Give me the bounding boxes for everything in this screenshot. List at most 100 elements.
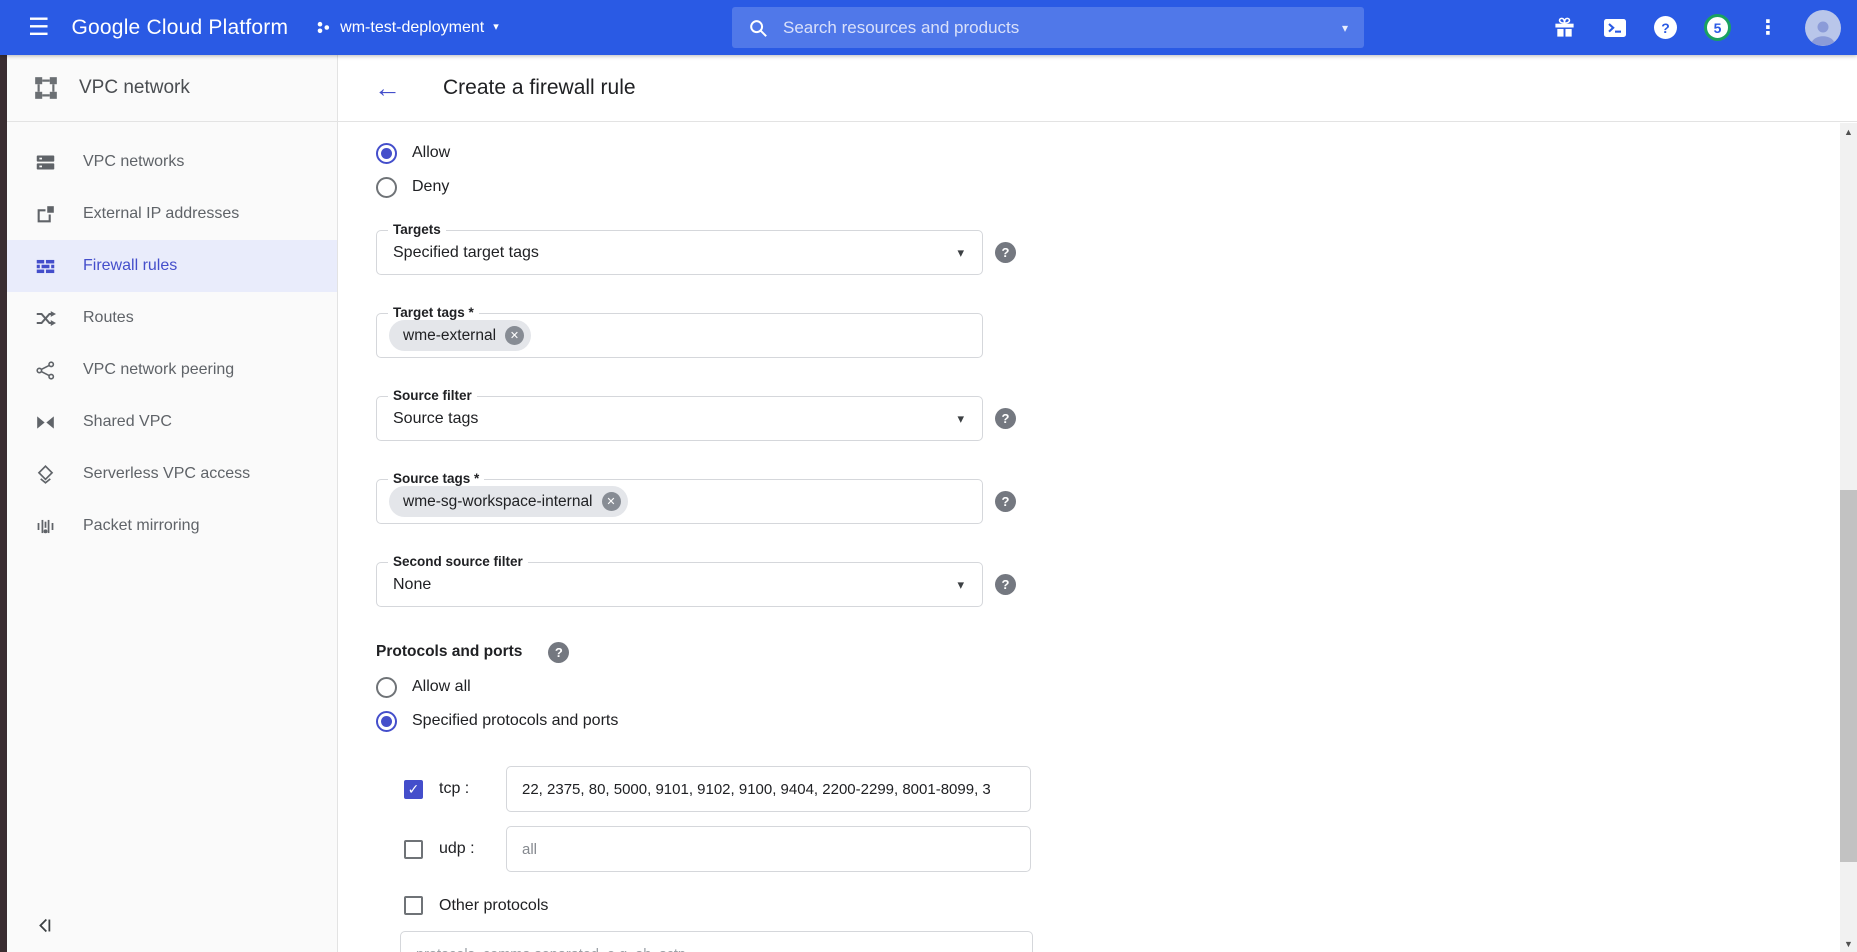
- chip-remove-icon[interactable]: ✕: [602, 492, 621, 511]
- sidebar-item-label: Packet mirroring: [83, 517, 199, 535]
- help-icon[interactable]: ?: [995, 574, 1016, 595]
- targets-select[interactable]: Targets Specified target tags ▾: [376, 230, 983, 275]
- radio-selected-icon: [376, 711, 397, 732]
- chevron-down-icon: ▾: [957, 411, 964, 427]
- back-button[interactable]: ←: [374, 75, 401, 102]
- radio-allow[interactable]: Allow: [376, 142, 1857, 164]
- vpc-networks-icon: [33, 150, 57, 174]
- udp-label: udp :: [439, 840, 489, 858]
- help-icon[interactable]: ?: [995, 491, 1016, 512]
- search-input[interactable]: Search resources and products ▾: [732, 7, 1364, 48]
- section-title: Protocols and ports: [376, 643, 522, 661]
- project-selector[interactable]: wm-test-deployment ▾: [316, 19, 499, 37]
- sidebar-item-routes[interactable]: Routes: [7, 292, 337, 344]
- protocols-radio-group: Allow all Specified protocols and ports: [376, 676, 1857, 732]
- field-value: Source tags: [393, 410, 957, 428]
- external-ip-icon: [33, 202, 57, 226]
- field-label: Source tags *: [388, 471, 484, 486]
- source-tags-input[interactable]: Source tags * wme-sg-workspace-internal …: [376, 479, 983, 524]
- udp-checkbox[interactable]: [404, 840, 423, 859]
- field-label: Second source filter: [388, 554, 528, 569]
- sidebar-item-label: Shared VPC: [83, 413, 172, 431]
- udp-row: udp :: [404, 826, 1857, 872]
- sidebar-item-label: Firewall rules: [83, 257, 177, 275]
- sidebar-item-vpc-network-peering[interactable]: VPC network peering: [7, 344, 337, 396]
- chip-remove-icon[interactable]: ✕: [505, 326, 524, 345]
- page-header: ← Create a firewall rule: [338, 55, 1857, 122]
- help-icon[interactable]: ?: [1654, 16, 1677, 39]
- tcp-label: tcp :: [439, 780, 489, 798]
- help-icon[interactable]: ?: [995, 242, 1016, 263]
- avatar[interactable]: [1805, 10, 1841, 46]
- sidebar: VPC network VPC networks External IP add…: [7, 55, 338, 952]
- radio-label: Allow: [412, 144, 450, 162]
- target-tags-input[interactable]: Target tags * wme-external ✕: [376, 313, 983, 358]
- other-protocols-label: Other protocols: [439, 897, 548, 915]
- tcp-row: ✓ tcp :: [404, 766, 1857, 812]
- sidebar-header: VPC network: [7, 55, 337, 122]
- sidebar-item-external-ip-addresses[interactable]: External IP addresses: [7, 188, 337, 240]
- chevron-down-icon: ▾: [957, 245, 964, 261]
- more-vertical-icon[interactable]: ⋮: [1758, 15, 1778, 40]
- scrollbar[interactable]: ▲ ▼: [1840, 123, 1857, 952]
- person-icon: [1808, 18, 1838, 46]
- scrollbar-thumb[interactable]: [1840, 490, 1857, 862]
- protocols-section-header: Protocols and ports ?: [376, 641, 1857, 663]
- routes-icon: [33, 306, 57, 330]
- second-source-filter-row: Second source filter None ▾ ?: [376, 562, 1857, 607]
- tcp-checkbox[interactable]: ✓: [404, 780, 423, 799]
- app-header: ☰ Google Cloud Platform wm-test-deployme…: [0, 0, 1857, 55]
- radio-specified-protocols[interactable]: Specified protocols and ports: [376, 710, 1857, 732]
- radio-allow-all[interactable]: Allow all: [376, 676, 1857, 698]
- other-protocols-checkbox[interactable]: [404, 896, 423, 915]
- packet-mirroring-icon: [33, 514, 57, 538]
- sidebar-item-packet-mirroring[interactable]: Packet mirroring: [7, 500, 337, 552]
- target-tags-row: Target tags * wme-external ✕: [376, 313, 1857, 358]
- main-content: ← Create a firewall rule Allow Deny Targ…: [338, 55, 1857, 952]
- gift-icon[interactable]: [1553, 16, 1576, 39]
- help-icon[interactable]: ?: [548, 642, 569, 663]
- sidebar-item-label: VPC network peering: [83, 361, 234, 379]
- chip-wme-sg-workspace-internal: wme-sg-workspace-internal ✕: [389, 486, 628, 517]
- appbar-actions: ? 5 ⋮: [1553, 0, 1841, 55]
- window-edge: [0, 55, 7, 952]
- source-filter-row: Source filter Source tags ▾ ?: [376, 396, 1857, 441]
- radio-label: Allow all: [412, 678, 471, 696]
- field-value: Specified target tags: [393, 244, 957, 262]
- search-dropdown-icon[interactable]: ▾: [1342, 22, 1348, 34]
- tcp-ports-input[interactable]: [506, 766, 1031, 812]
- udp-ports-input[interactable]: [506, 826, 1031, 872]
- vpc-network-peering-icon: [33, 358, 57, 382]
- radio-selected-icon: [376, 143, 397, 164]
- radio-label: Specified protocols and ports: [412, 712, 618, 730]
- other-protocols-input[interactable]: [400, 931, 1033, 952]
- brand-logo[interactable]: Google Cloud Platform: [72, 16, 289, 40]
- other-protocols-row: Other protocols: [404, 896, 1857, 915]
- radio-deny[interactable]: Deny: [376, 176, 1857, 198]
- menu-icon[interactable]: ☰: [28, 16, 50, 40]
- scroll-down-icon[interactable]: ▼: [1840, 935, 1857, 952]
- cloud-shell-icon[interactable]: [1603, 16, 1627, 40]
- source-filter-select[interactable]: Source filter Source tags ▾: [376, 396, 983, 441]
- project-icon: [316, 20, 331, 35]
- sidebar-item-shared-vpc[interactable]: Shared VPC: [7, 396, 337, 448]
- chip-wme-external: wme-external ✕: [389, 320, 531, 351]
- second-source-filter-select[interactable]: Second source filter None ▾: [376, 562, 983, 607]
- sidebar-item-label: External IP addresses: [83, 205, 239, 223]
- notifications-badge[interactable]: 5: [1704, 14, 1731, 41]
- project-name: wm-test-deployment: [340, 19, 484, 37]
- field-label: Source filter: [388, 388, 477, 403]
- collapse-sidebar-button[interactable]: [37, 917, 54, 934]
- sidebar-item-label: Routes: [83, 309, 134, 327]
- vpc-network-logo-icon: [33, 75, 59, 101]
- sidebar-item-vpc-networks[interactable]: VPC networks: [7, 136, 337, 188]
- help-icon[interactable]: ?: [995, 408, 1016, 429]
- firewall-rules-icon: [33, 254, 57, 278]
- sidebar-item-serverless-vpc-access[interactable]: Serverless VPC access: [7, 448, 337, 500]
- chevron-down-icon: ▾: [493, 22, 499, 33]
- sidebar-item-firewall-rules[interactable]: Firewall rules: [7, 240, 337, 292]
- scroll-up-icon[interactable]: ▲: [1840, 123, 1857, 140]
- radio-label: Deny: [412, 178, 449, 196]
- chip-label: wme-external: [403, 327, 496, 345]
- serverless-vpc-access-icon: [33, 462, 57, 486]
